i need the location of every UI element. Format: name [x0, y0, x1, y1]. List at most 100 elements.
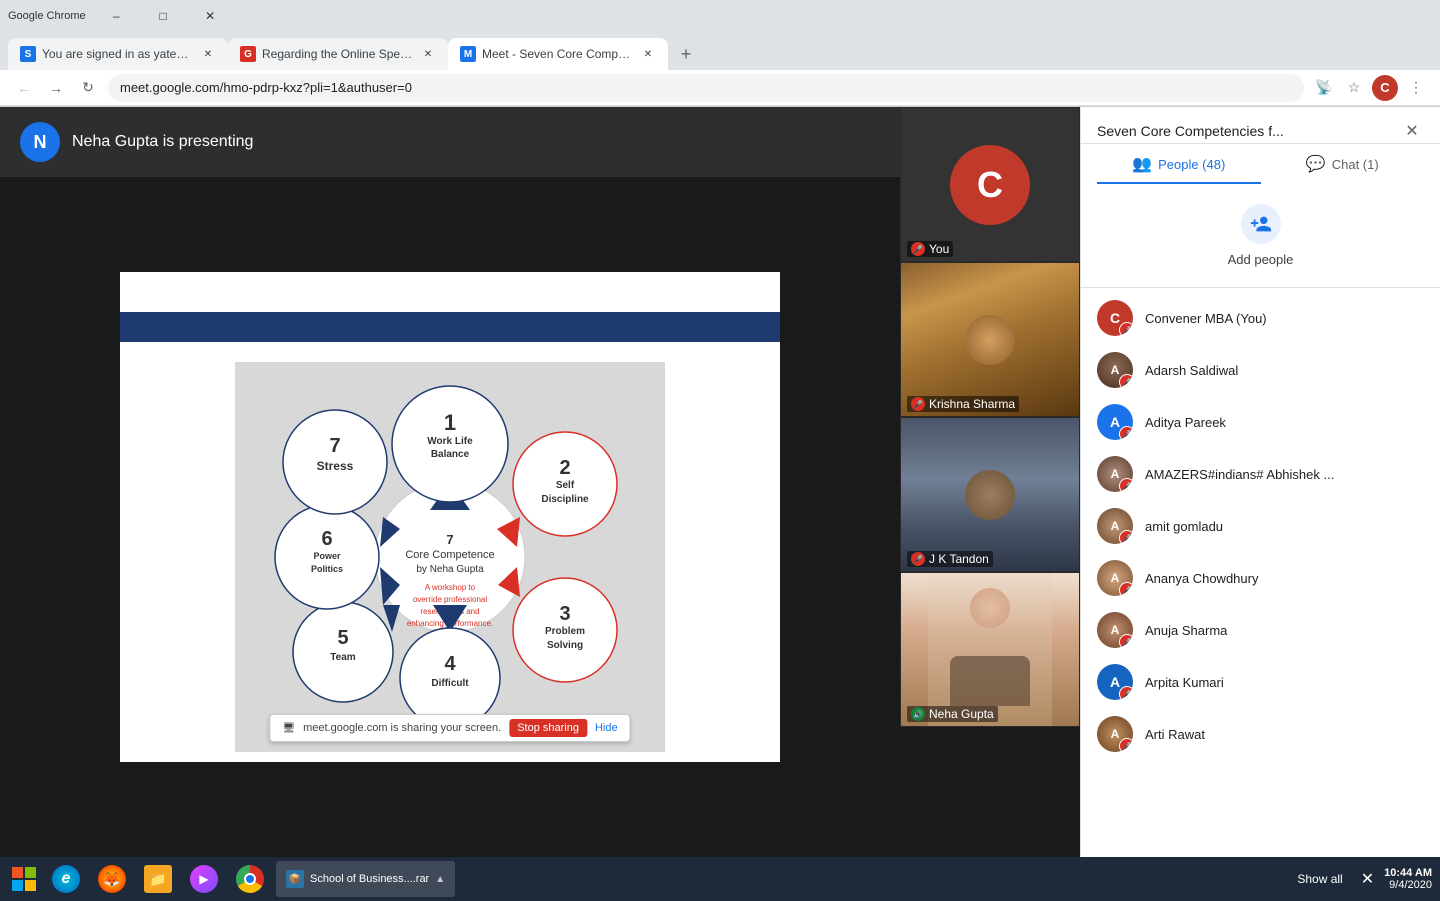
tab-title-regarding: Regarding the Online Special Ba...	[262, 47, 414, 61]
panel-close-button[interactable]: ✕	[1400, 119, 1424, 143]
slide-container: 7 Core Competence by Neha Gupta A worksh…	[120, 272, 780, 762]
person-name-amazers: AMAZERS#indians# Abhishek ...	[1145, 467, 1424, 482]
person-item-aditya[interactable]: A 🎤 Aditya Pareek	[1081, 396, 1440, 448]
back-button[interactable]: ←	[12, 76, 36, 100]
presenter-bar: N Neha Gupta is presenting	[0, 107, 900, 177]
filemanager-taskbar-icon[interactable]: 📁	[138, 861, 178, 897]
address-bar: ← → ↻ meet.google.com/hmo-pdrp-kxz?pli=1…	[0, 70, 1440, 106]
person-item-ananya[interactable]: A 🎤 Ananya Chowdhury	[1081, 552, 1440, 604]
person-item-amazers[interactable]: A 🎤 AMAZERS#indians# Abhishek ...	[1081, 448, 1440, 500]
start-button[interactable]	[8, 863, 40, 895]
profile-avatar[interactable]: C	[1372, 75, 1398, 101]
person-item-arpita[interactable]: A 🎤 Arpita Kumari	[1081, 656, 1440, 708]
url-bar[interactable]: meet.google.com/hmo-pdrp-kxz?pli=1&authu…	[108, 74, 1304, 102]
person-name-aditya: Aditya Pareek	[1145, 415, 1424, 430]
svg-text:7: 7	[329, 435, 340, 457]
person-name-arpita: Arpita Kumari	[1145, 675, 1424, 690]
svg-text:7: 7	[446, 532, 453, 547]
person-item-adarsh[interactable]: A 🎤 Adarsh Saldiwal	[1081, 344, 1440, 396]
chrome-taskbar-icon[interactable]	[230, 861, 270, 897]
taskbar-file-text: School of Business....rar	[310, 873, 429, 885]
browser-chrome: Google Chrome – □ ✕ S You are signed in …	[0, 0, 1440, 107]
tab-close-meet[interactable]: ✕	[640, 46, 656, 62]
person-item-convener[interactable]: C 🎤 Convener MBA (You)	[1081, 292, 1440, 344]
avatar-adarsh: A 🎤	[1097, 352, 1133, 388]
avatar-anuja: A 🎤	[1097, 612, 1133, 648]
tab-chat[interactable]: 💬 Chat (1)	[1261, 144, 1425, 184]
show-all-button[interactable]: Show all	[1289, 868, 1350, 890]
ie-taskbar-icon[interactable]: e	[46, 861, 86, 897]
screen-share-bar: 🖥 meet.google.com is sharing your screen…	[269, 714, 630, 742]
video-tile-krishna: 🎤 Krishna Sharma	[900, 262, 1080, 417]
right-panel: Seven Core Competencies f... ✕ 👥 People …	[1080, 107, 1440, 857]
main-content: N Neha Gupta is presenting 7 Core Compet…	[0, 107, 1440, 857]
close-button[interactable]: ✕	[188, 1, 233, 31]
slide-header-white	[120, 272, 780, 312]
tab-people[interactable]: 👥 People (48)	[1097, 144, 1261, 184]
krishna-name: Krishna Sharma	[929, 397, 1015, 411]
reload-button[interactable]: ↻	[76, 76, 100, 100]
svg-text:Core Competence: Core Competence	[405, 549, 494, 561]
person-item-arti[interactable]: A 🎤 Arti Rawat	[1081, 708, 1440, 760]
mic-badge-adarsh: 🎤	[1119, 374, 1133, 388]
video-tile-you: C 🎤 You	[900, 107, 1080, 262]
taskbar-close-button[interactable]: ✕	[1357, 865, 1378, 893]
stop-sharing-button[interactable]: Stop sharing	[509, 719, 587, 737]
tab-regarding[interactable]: G Regarding the Online Special Ba... ✕	[228, 38, 448, 70]
tab-close-gmail[interactable]: ✕	[200, 46, 216, 62]
svg-text:Difficult: Difficult	[431, 678, 469, 689]
bookmark-icon[interactable]: ☆	[1342, 76, 1366, 100]
taskbar: e 🦊 📁 ▶ 📦 School of Business....rar ▲ Sh…	[0, 857, 1440, 901]
chat-tab-label: Chat (1)	[1332, 157, 1379, 172]
mediaplayer-taskbar-icon[interactable]: ▶	[184, 861, 224, 897]
slide-body: 7 Core Competence by Neha Gupta A worksh…	[120, 342, 780, 762]
tab-favicon-meet: M	[460, 46, 476, 62]
mic-badge-convener: 🎤	[1119, 322, 1133, 336]
mic-off-icon-jk: 🎤	[911, 552, 925, 566]
people-list[interactable]: C 🎤 Convener MBA (You) A 🎤 Adarsh Saldiw…	[1081, 288, 1440, 857]
svg-text:Balance: Balance	[431, 449, 470, 460]
taskbar-file-item[interactable]: 📦 School of Business....rar ▲	[276, 861, 455, 897]
forward-button[interactable]: →	[44, 76, 68, 100]
mic-badge-aditya: 🎤	[1119, 426, 1133, 440]
minimize-button[interactable]: –	[94, 1, 139, 31]
maximize-button[interactable]: □	[141, 1, 186, 31]
browser-actions: 📡 ☆ C ⋮	[1312, 75, 1428, 101]
tab-favicon-gmail: S	[20, 46, 36, 62]
people-tab-icon: 👥	[1132, 154, 1152, 174]
tab-gmail[interactable]: S You are signed in as yatendra_ve... ✕	[8, 38, 228, 70]
avatar-amit: A 🎤	[1097, 508, 1133, 544]
tab-close-regarding[interactable]: ✕	[420, 46, 436, 62]
cast-icon[interactable]: 📡	[1312, 76, 1336, 100]
presentation-area: 7 Core Competence by Neha Gupta A worksh…	[0, 177, 900, 857]
tab-meet[interactable]: M Meet - Seven Core Compete... ✕	[448, 38, 668, 70]
firefox-icon: 🦊	[98, 865, 126, 893]
mic-off-icon-you: 🎤	[911, 242, 925, 256]
mediaplayer-icon: ▶	[190, 865, 218, 893]
add-people-icon[interactable]	[1241, 204, 1281, 244]
svg-text:6: 6	[321, 528, 332, 550]
krishna-video	[901, 263, 1079, 416]
people-tab-label: People (48)	[1158, 157, 1225, 172]
new-tab-button[interactable]: +	[672, 40, 700, 68]
person-item-anuja[interactable]: A 🎤 Anuja Sharma	[1081, 604, 1440, 656]
svg-text:Politics: Politics	[311, 564, 343, 574]
svg-text:5: 5	[337, 627, 348, 649]
svg-text:Stress: Stress	[317, 459, 354, 473]
panel-title: Seven Core Competencies f...	[1097, 123, 1400, 139]
diagram-svg: 7 Core Competence by Neha Gupta A worksh…	[235, 362, 665, 752]
screen-share-text: meet.google.com is sharing your screen.	[303, 722, 501, 734]
menu-icon[interactable]: ⋮	[1404, 76, 1428, 100]
svg-text:1: 1	[444, 410, 456, 435]
hide-button[interactable]: Hide	[595, 722, 618, 734]
neha-label: 🔊 Neha Gupta	[907, 706, 998, 722]
clock-time: 10:44 AM	[1384, 867, 1432, 879]
svg-text:Work Life: Work Life	[427, 436, 473, 447]
windows-logo	[10, 865, 38, 893]
person-item-amit[interactable]: A 🎤 amit gomladu	[1081, 500, 1440, 552]
speaking-icon-neha: 🔊	[911, 707, 925, 721]
avatar-arti: A 🎤	[1097, 716, 1133, 752]
jk-video	[901, 418, 1079, 571]
firefox-taskbar-icon[interactable]: 🦊	[92, 861, 132, 897]
url-text: meet.google.com/hmo-pdrp-kxz?pli=1&authu…	[120, 80, 412, 95]
